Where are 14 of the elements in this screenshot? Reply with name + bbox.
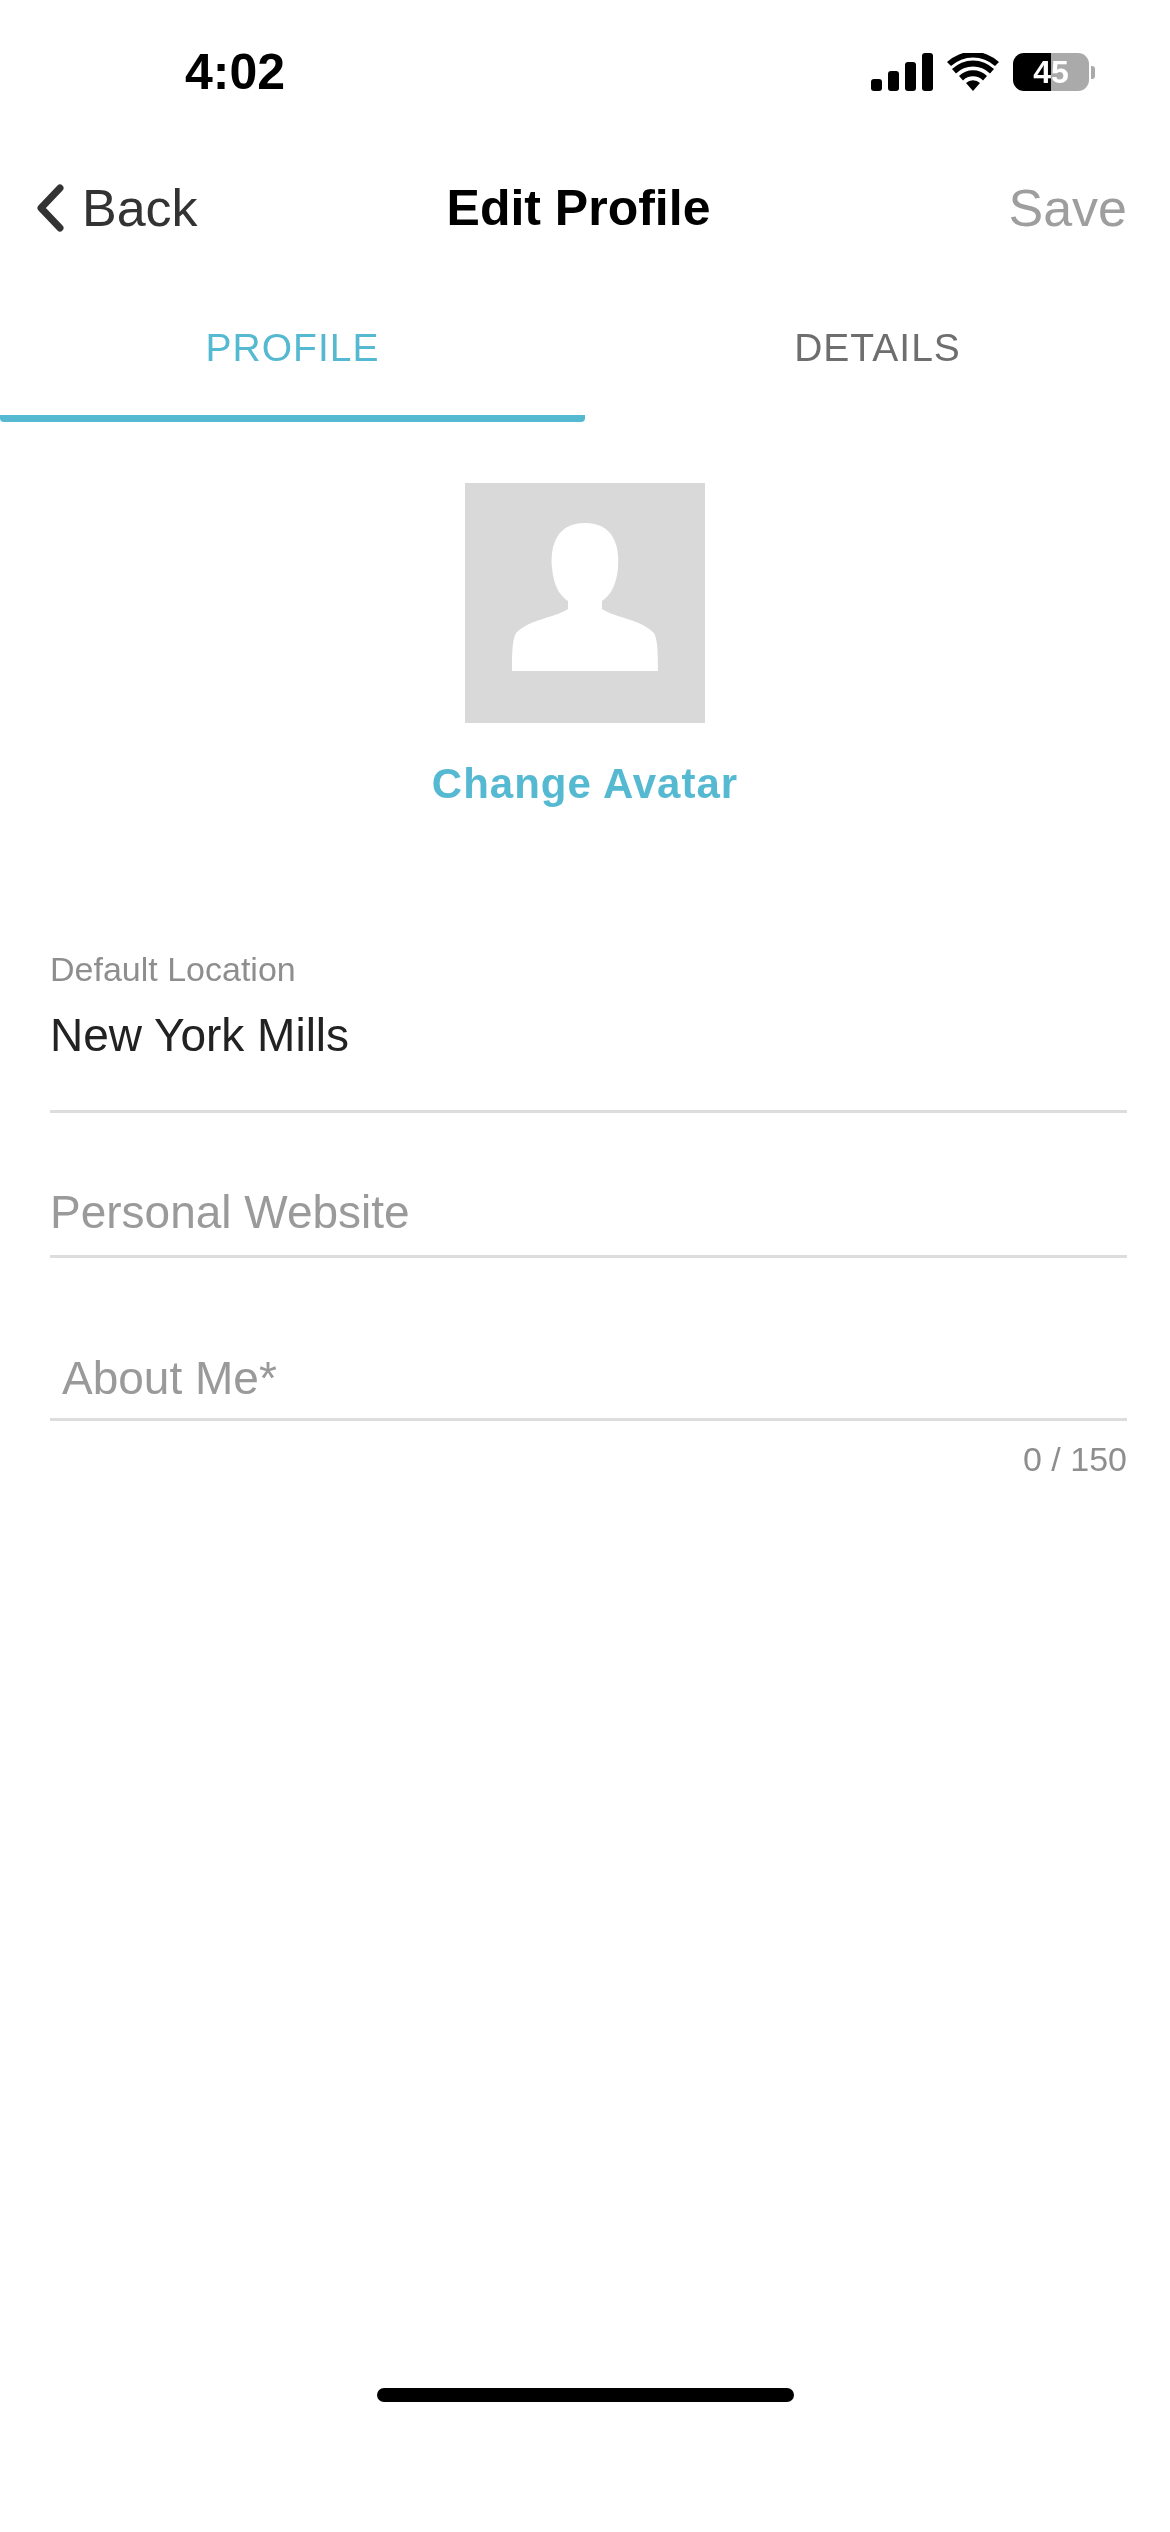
wifi-icon (947, 53, 999, 91)
field-label: Default Location (50, 949, 297, 989)
status-time: 4:02 (185, 44, 286, 100)
signal-icon (871, 53, 933, 91)
input-field[interactable]: New York Mills (50, 1007, 1127, 1113)
character-counter: 0 / 150 (1023, 1439, 1127, 1479)
screen-title: Edit Profile (446, 179, 711, 238)
tab[interactable]: DETAILS (585, 266, 1170, 422)
person-silhouette-icon (512, 523, 658, 671)
avatar-placeholder[interactable] (465, 483, 705, 723)
back-button[interactable]: Back (30, 178, 204, 238)
input-field[interactable]: About Me* (50, 1350, 1127, 1421)
chevron-left-icon (36, 184, 64, 232)
input-field[interactable]: Personal Website (50, 1184, 1127, 1258)
